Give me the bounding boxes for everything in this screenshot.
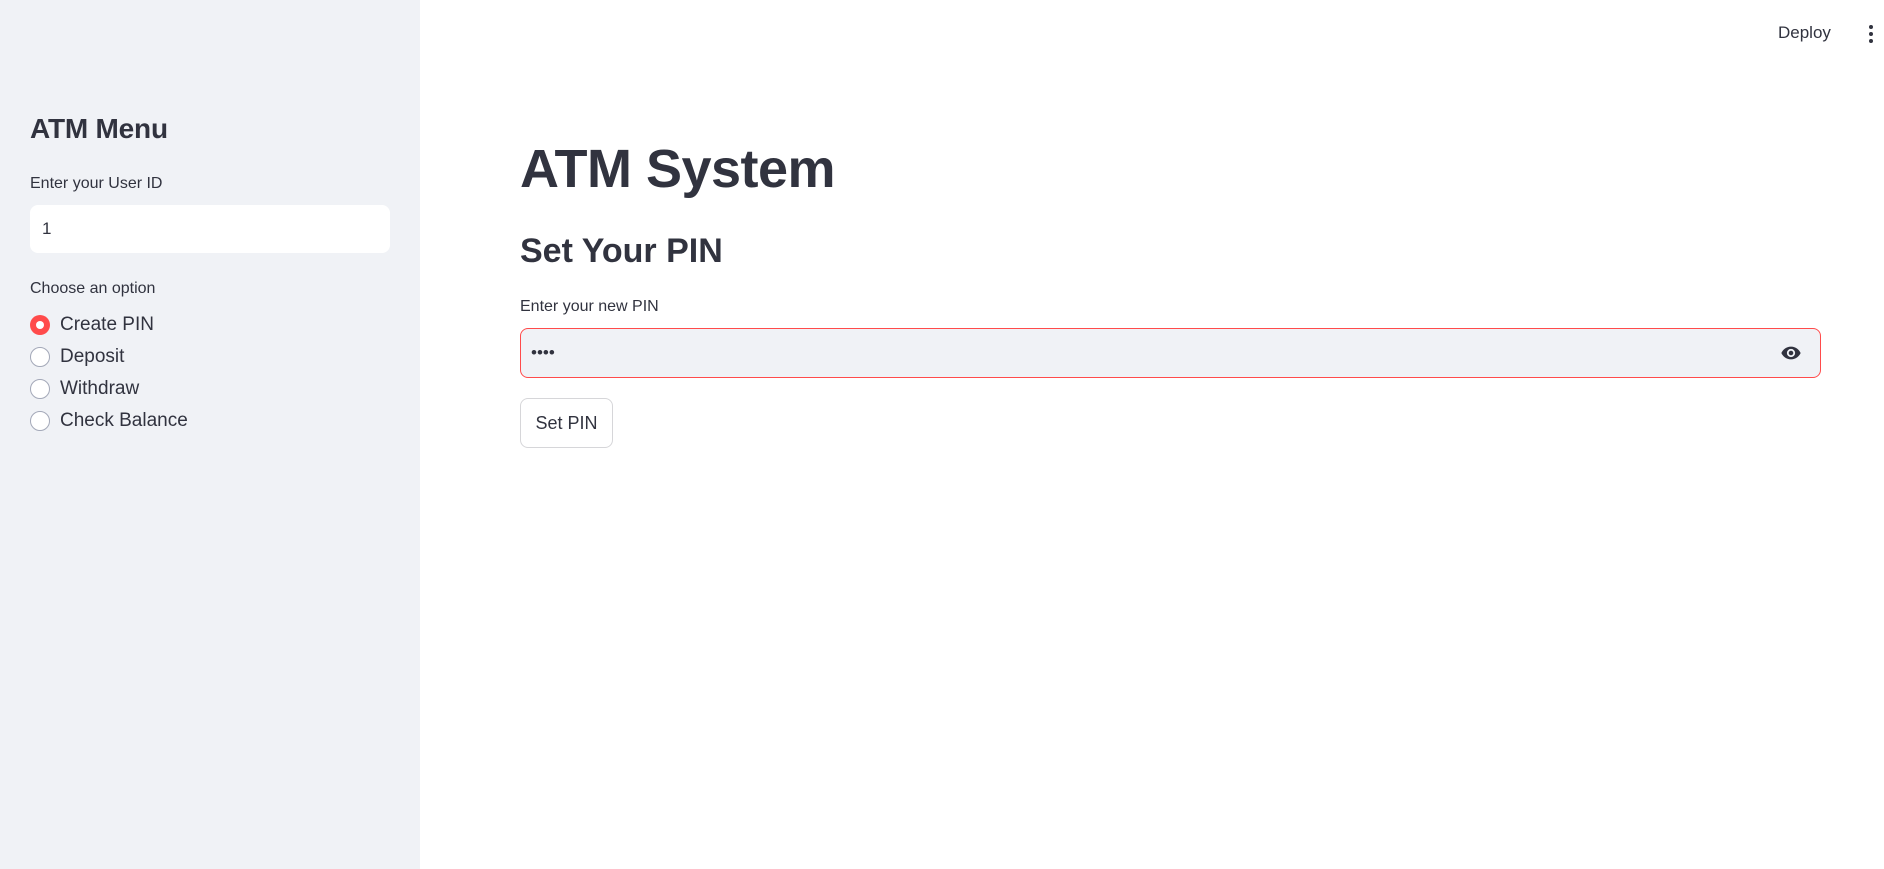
menu-dot — [1869, 39, 1873, 43]
radio-label: Create PIN — [60, 314, 154, 335]
page-title: ATM System — [520, 139, 836, 199]
vertical-dots-icon[interactable] — [1867, 25, 1875, 47]
pin-field — [520, 328, 1821, 378]
radio-create-pin[interactable]: Create PIN — [30, 309, 188, 341]
option-radio-group: Create PIN Deposit Withdraw Check Balanc… — [30, 309, 188, 437]
radio-withdraw[interactable]: Withdraw — [30, 373, 188, 405]
menu-dot — [1869, 32, 1873, 36]
radio-check-balance[interactable]: Check Balance — [30, 405, 188, 437]
sidebar: ATM Menu Enter your User ID Choose an op… — [0, 0, 420, 869]
sidebar-title: ATM Menu — [30, 113, 168, 144]
eye-icon[interactable] — [1778, 342, 1804, 364]
radio-deposit[interactable]: Deposit — [30, 341, 188, 373]
pin-input[interactable] — [531, 329, 1731, 377]
radio-label: Withdraw — [60, 378, 140, 399]
set-pin-button[interactable]: Set PIN — [520, 398, 613, 448]
radio-button-icon[interactable] — [30, 347, 50, 367]
option-label: Choose an option — [30, 280, 156, 297]
radio-label: Check Balance — [60, 410, 188, 431]
section-title: Set Your PIN — [520, 232, 723, 270]
menu-dot — [1869, 25, 1873, 29]
radio-label: Deposit — [60, 346, 125, 367]
radio-button-icon[interactable] — [30, 411, 50, 431]
pin-label: Enter your new PIN — [520, 298, 659, 315]
app-root: ATM Menu Enter your User ID Choose an op… — [0, 0, 1884, 869]
user-id-input[interactable] — [30, 205, 390, 253]
radio-button-icon[interactable] — [30, 379, 50, 399]
radio-button-icon[interactable] — [30, 315, 50, 335]
deploy-button[interactable]: Deploy — [1778, 23, 1831, 43]
user-id-label: Enter your User ID — [30, 175, 163, 192]
